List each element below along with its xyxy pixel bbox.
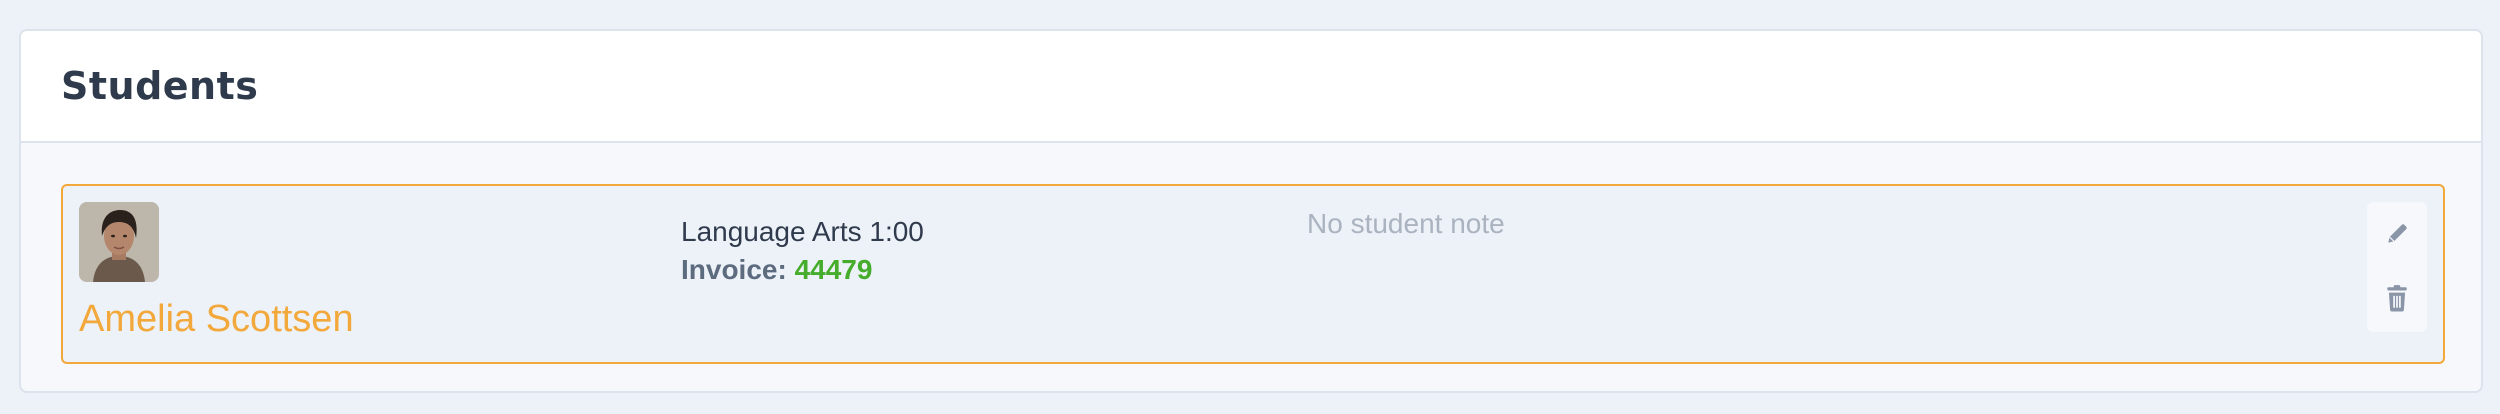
student-name[interactable]: Amelia Scottsen xyxy=(79,296,354,342)
trash-icon xyxy=(2387,285,2407,312)
student-avatar xyxy=(79,202,159,282)
invoice-info: Invoice: 44479 xyxy=(681,252,872,288)
students-panel: Students Amelia Scottsen Language Arts 1… xyxy=(19,29,2483,393)
invoice-label: Invoice: xyxy=(681,254,787,285)
invoice-number-link[interactable]: 44479 xyxy=(795,254,873,285)
delete-student-button[interactable] xyxy=(2381,282,2413,314)
panel-title: Students xyxy=(61,64,259,108)
student-card[interactable]: Amelia Scottsen Language Arts 1:00 Invoi… xyxy=(61,184,2445,364)
student-note: No student note xyxy=(1307,208,1505,239)
panel-header: Students xyxy=(21,31,2481,143)
lesson-name: Language Arts 1:00 xyxy=(681,216,924,247)
pencil-icon xyxy=(2388,224,2407,243)
edit-student-button[interactable] xyxy=(2381,218,2413,250)
person-photo-icon xyxy=(79,202,159,282)
student-actions xyxy=(2367,202,2427,332)
